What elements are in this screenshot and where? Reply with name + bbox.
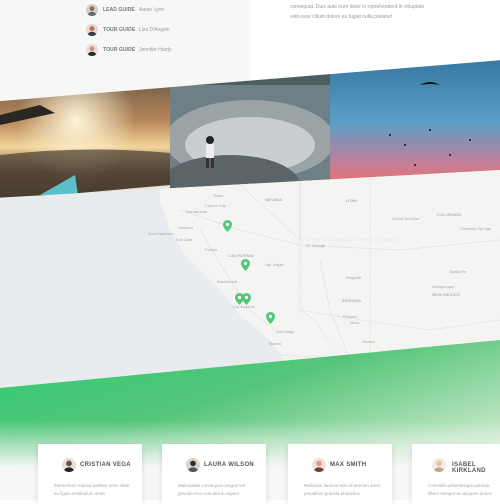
map-label: Tijuana xyxy=(268,342,282,346)
map-label: Fresno xyxy=(205,248,218,252)
review-card: ISABEL KIRKLAND Convallis pellentesque p… xyxy=(412,444,500,504)
review-card: LAURA WILSON Malesuada consequat congue … xyxy=(162,444,266,504)
guide-name: Jennifer Hardy xyxy=(139,47,172,53)
map-label: Reno xyxy=(214,194,224,198)
map-label: Phoenix xyxy=(343,315,358,319)
avatar xyxy=(86,44,98,56)
guide-name: Aarav Lynn xyxy=(139,7,165,13)
map-label: ARIZONA xyxy=(342,298,362,303)
map-label: CALIFORNIA xyxy=(228,253,255,258)
avatar xyxy=(186,458,200,472)
map-label: Oakland xyxy=(178,226,193,230)
review-card: MAX SMITH Ridiculus facilisis sem id aen… xyxy=(288,444,392,504)
guide-role: TOUR GUIDE xyxy=(103,27,136,33)
review-card: CRISTIAN VEGA Elementum massa porttitor … xyxy=(38,444,142,504)
description-line: consequat. Duis aute irure dolor in repr… xyxy=(290,4,425,10)
reviewer-name: LAURA WILSON xyxy=(204,462,255,468)
guide-item: TOUR GUIDE Jennifer Hardy xyxy=(86,43,172,57)
map-label: Colorado Springs xyxy=(460,227,491,231)
avatar xyxy=(62,458,76,472)
description-line: velit esse cillum dolore eu fugiat nulla… xyxy=(290,14,393,20)
map-pin-icon[interactable] xyxy=(266,312,275,324)
guide-name: Lisa D'Angelo xyxy=(139,27,170,33)
avatar xyxy=(86,4,98,16)
map-pin-icon[interactable] xyxy=(241,259,250,271)
map-label: UTAH xyxy=(346,198,358,203)
guide-item: LEAD GUIDE Aarav Lynn xyxy=(86,3,164,17)
tour-description: consequat. Duis aute irure dolor in repr… xyxy=(290,2,470,22)
map-label: San Jose xyxy=(176,238,193,242)
reviewer-name: MAX SMITH xyxy=(330,462,367,468)
map-pin-icon[interactable] xyxy=(223,220,232,232)
map-label: Los Angeles xyxy=(233,305,255,309)
map-label: Bakersfield xyxy=(217,280,237,284)
map-label: COLORADO xyxy=(437,212,462,217)
map-label: Albuquerque xyxy=(432,285,455,289)
reviewer-name: ISABEL KIRKLAND xyxy=(452,462,486,474)
avatar xyxy=(312,458,326,472)
map-label: Flagstaff xyxy=(346,276,362,280)
map-label: San Francisco xyxy=(148,232,174,236)
review-text: Convallis pellentesque pulvinar libero s… xyxy=(428,483,493,496)
avatar xyxy=(86,24,98,36)
guide-role: TOUR GUIDE xyxy=(103,47,136,53)
review-text: Elementum massa porttitor enim vitae eu … xyxy=(54,483,130,496)
guide-role: LEAD GUIDE xyxy=(103,7,135,13)
map-label: Mesa xyxy=(350,321,360,325)
review-text: Ridiculus facilisis sem id aenean amet p… xyxy=(304,483,381,496)
reviewer-name: CRISTIAN VEGA xyxy=(80,462,131,468)
map-label: San Diego xyxy=(276,330,295,334)
map-label: Tucson xyxy=(362,340,375,344)
map-label: NEW MEXICO xyxy=(432,292,461,297)
map-pin-icon[interactable] xyxy=(242,293,251,305)
guide-item: TOUR GUIDE Lisa D'Angelo xyxy=(86,23,170,37)
map-label: Grand Junction xyxy=(392,217,420,221)
map-label: St. George xyxy=(306,244,326,248)
avatar xyxy=(432,458,446,472)
map-label: NEVADA xyxy=(265,197,283,202)
map-label: Carson City xyxy=(205,204,226,208)
map-label: Sacramento xyxy=(186,210,208,214)
map-label: Las Vegas xyxy=(265,263,284,267)
map-label: Santa Fe xyxy=(450,270,467,274)
review-text: Malesuada consequat congue vel gravida e… xyxy=(178,483,246,496)
